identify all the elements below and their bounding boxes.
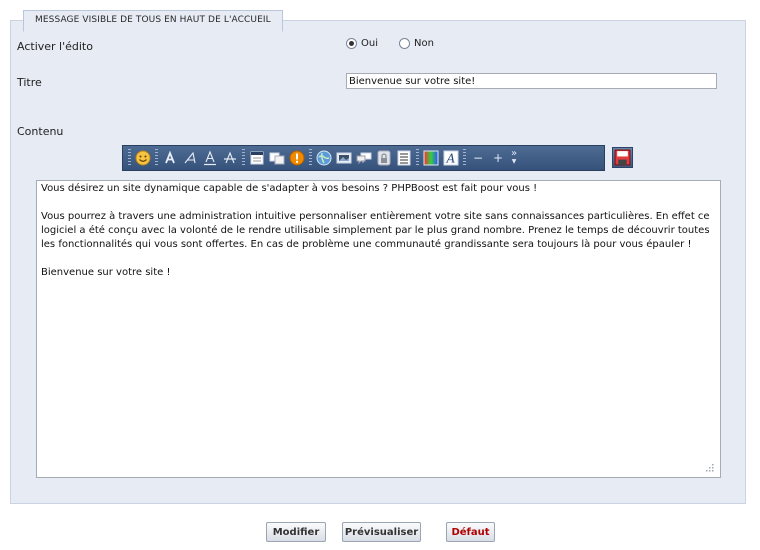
color-icon[interactable] bbox=[422, 149, 440, 167]
title-label: Titre bbox=[17, 76, 42, 89]
toolbar-separator bbox=[309, 149, 312, 167]
more-chevron: » bbox=[510, 148, 518, 159]
bbcode-toolbar: A − + » ▼ bbox=[122, 145, 605, 171]
preview-button[interactable]: Prévisualiser bbox=[342, 522, 421, 542]
edito-label: Activer l'édito bbox=[17, 40, 93, 53]
toolbar-separator bbox=[128, 149, 131, 167]
link-icon[interactable] bbox=[315, 149, 333, 167]
block-icon[interactable] bbox=[268, 149, 286, 167]
title-input[interactable] bbox=[346, 73, 717, 89]
text-size-decrease-icon[interactable]: − bbox=[469, 149, 487, 167]
toolbar-separator bbox=[155, 149, 158, 167]
underline-icon[interactable] bbox=[201, 149, 219, 167]
content-label: Contenu bbox=[17, 125, 64, 138]
radio-non-label[interactable]: Non bbox=[414, 38, 434, 49]
more-arrow: ▼ bbox=[511, 158, 517, 165]
hide-icon[interactable] bbox=[375, 149, 393, 167]
toolbar-separator bbox=[416, 149, 419, 167]
italic-icon[interactable] bbox=[181, 149, 199, 167]
image-icon[interactable] bbox=[335, 149, 353, 167]
more-icon[interactable]: » ▼ bbox=[509, 149, 519, 167]
font-icon[interactable]: A bbox=[442, 149, 460, 167]
radio-non[interactable] bbox=[399, 38, 410, 49]
smiley-icon[interactable] bbox=[134, 149, 152, 167]
list-icon[interactable] bbox=[395, 149, 413, 167]
modify-button[interactable]: Modifier bbox=[266, 522, 326, 542]
warning-icon[interactable] bbox=[288, 149, 306, 167]
save-icon[interactable] bbox=[612, 147, 633, 168]
content-textarea[interactable]: Vous désirez un site dynamique capable d… bbox=[36, 180, 721, 478]
radio-checked-dot bbox=[349, 41, 354, 46]
radio-oui-label[interactable]: Oui bbox=[361, 38, 378, 49]
resize-grip-icon[interactable] bbox=[703, 463, 715, 475]
title-icon[interactable] bbox=[248, 149, 266, 167]
svg-text:A: A bbox=[446, 152, 456, 166]
quote-icon[interactable] bbox=[355, 149, 373, 167]
strikethrough-icon[interactable] bbox=[221, 149, 239, 167]
toolbar-separator bbox=[463, 149, 466, 167]
edito-radio-group: Oui Non bbox=[346, 38, 455, 49]
radio-oui[interactable] bbox=[346, 38, 357, 49]
fieldset-legend: MESSAGE VISIBLE DE TOUS EN HAUT DE L'ACC… bbox=[23, 10, 283, 32]
text-size-increase-icon[interactable]: + bbox=[489, 149, 507, 167]
reset-button[interactable]: Défaut bbox=[446, 522, 495, 542]
toolbar-separator bbox=[242, 149, 245, 167]
bold-icon[interactable] bbox=[161, 149, 179, 167]
